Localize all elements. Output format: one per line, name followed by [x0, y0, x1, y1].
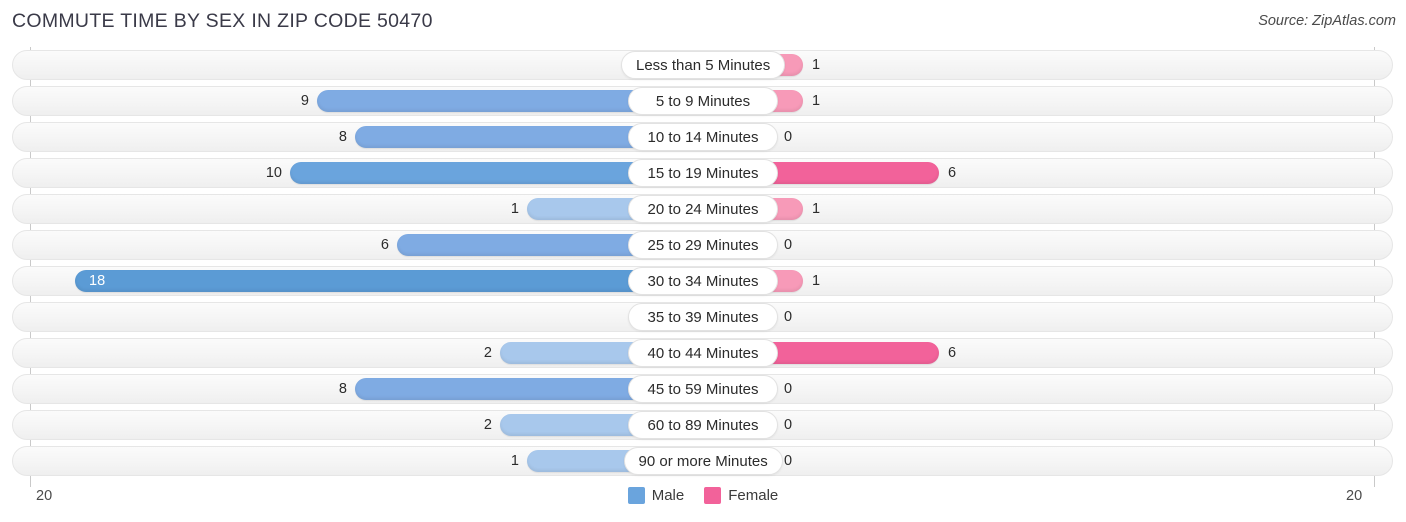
table-row[interactable]: 18 1 30 to 34 Minutes: [0, 263, 1406, 299]
male-value-label: 1: [510, 201, 519, 217]
table-row[interactable]: 2 6 40 to 44 Minutes: [0, 335, 1406, 371]
male-value-label: 9: [300, 93, 309, 109]
female-value-label: 1: [812, 93, 821, 109]
male-value-label: 18: [89, 273, 106, 289]
female-value-label: 0: [784, 417, 793, 433]
chart-legend: Male Female: [0, 487, 1406, 504]
category-label: 35 to 39 Minutes: [628, 303, 778, 331]
table-row[interactable]: 8 0 10 to 14 Minutes: [0, 119, 1406, 155]
female-value-label: 0: [784, 309, 793, 325]
legend-item[interactable]: Female: [704, 487, 778, 504]
legend-label: Female: [728, 487, 779, 504]
male-value-label: 10: [265, 165, 282, 181]
category-label: Less than 5 Minutes: [621, 51, 786, 79]
table-row[interactable]: 6 0 25 to 29 Minutes: [0, 227, 1406, 263]
table-row[interactable]: 0035 to 39 Minutes: [0, 299, 1406, 335]
female-value-label: 6: [948, 345, 957, 361]
category-label: 45 to 59 Minutes: [628, 375, 778, 403]
table-row[interactable]: 01Less than 5 Minutes: [0, 47, 1406, 83]
category-label: 30 to 34 Minutes: [628, 267, 778, 295]
male-value-label: 8: [338, 129, 347, 145]
page-title: COMMUTE TIME BY SEX IN ZIP CODE 50470: [12, 10, 433, 32]
male-value-label: 1: [510, 453, 519, 469]
female-value-label: 0: [784, 453, 793, 469]
chart-plot-area: 01Less than 5 Minutes915 to 9 Minutes801…: [0, 47, 1406, 487]
table-row[interactable]: 1 0 90 or more Minutes: [0, 443, 1406, 479]
female-value-label: 0: [784, 129, 793, 145]
source-attribution: Source: ZipAtlas.com: [1258, 13, 1396, 29]
female-value-label: 1: [812, 57, 821, 73]
category-label: 90 or more Minutes: [623, 447, 783, 475]
legend-swatch-icon: [704, 487, 722, 504]
female-value-label: 6: [948, 165, 957, 181]
male-value-label: 8: [338, 381, 347, 397]
legend-item[interactable]: Male: [627, 487, 685, 504]
table-row[interactable]: 9 1 5 to 9 Minutes: [0, 83, 1406, 119]
chart-footer: 20 20 Male Female: [0, 483, 1406, 522]
table-row[interactable]: 2 0 60 to 89 Minutes: [0, 407, 1406, 443]
legend-swatch-icon: [627, 487, 645, 504]
category-label: 15 to 19 Minutes: [628, 159, 778, 187]
category-label: 5 to 9 Minutes: [628, 87, 778, 115]
category-label: 20 to 24 Minutes: [628, 195, 778, 223]
female-value-label: 1: [812, 201, 821, 217]
category-label: 25 to 29 Minutes: [628, 231, 778, 259]
female-value-label: 0: [784, 237, 793, 253]
male-value-label: 2: [483, 417, 492, 433]
male-bar[interactable]: [75, 270, 703, 292]
table-row[interactable]: 10 6 15 to 19 Minutes: [0, 155, 1406, 191]
category-label: 60 to 89 Minutes: [628, 411, 778, 439]
chart-header: COMMUTE TIME BY SEX IN ZIP CODE 50470 So…: [0, 0, 1406, 45]
male-value-label: 6: [380, 237, 389, 253]
table-row[interactable]: 1 1 20 to 24 Minutes: [0, 191, 1406, 227]
male-value-label: 2: [483, 345, 492, 361]
table-row[interactable]: 8 0 45 to 59 Minutes: [0, 371, 1406, 407]
category-label: 10 to 14 Minutes: [628, 123, 778, 151]
category-label: 40 to 44 Minutes: [628, 339, 778, 367]
legend-label: Male: [651, 487, 685, 504]
female-value-label: 1: [812, 273, 821, 289]
female-value-label: 0: [784, 381, 793, 397]
